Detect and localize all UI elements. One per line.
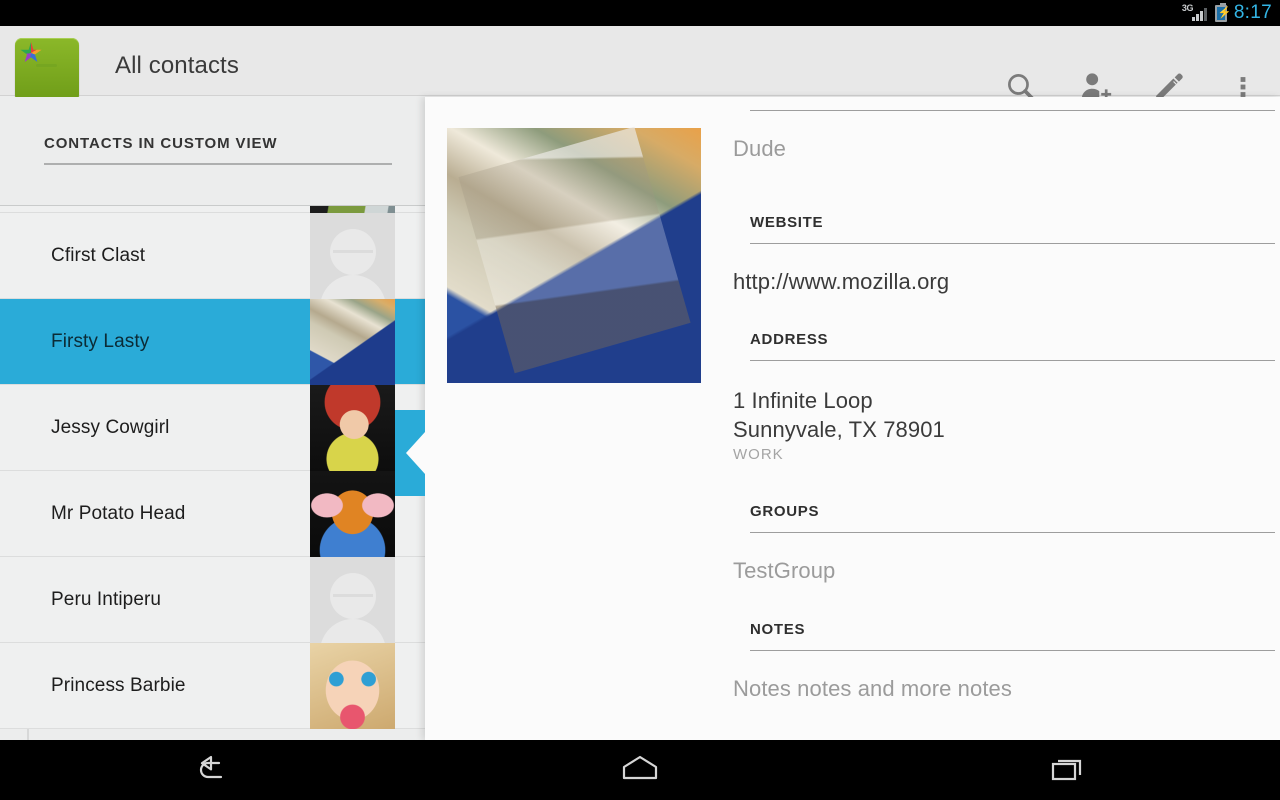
contacts-app-icon[interactable]	[15, 38, 79, 102]
field-divider	[750, 243, 1275, 244]
back-arrow-icon	[200, 755, 223, 779]
field-label-text: NOTES	[750, 621, 806, 638]
navigation-bar	[0, 740, 1280, 800]
list-item-partial[interactable]	[0, 205, 425, 292]
contact-rows: Cfirst Clast Firsty Lasty Jessy Cowgirl …	[0, 205, 425, 729]
action-bar: All contacts	[0, 26, 1280, 121]
field-website: WEBSITE http://www.mozilla.org	[733, 214, 1280, 295]
field-address: ADDRESS 1 Infinite Loop Sunnyvale, TX 78…	[733, 331, 1280, 463]
clock-label: 8:17	[1233, 2, 1272, 23]
field-divider	[750, 532, 1275, 533]
contact-list-header-label: CONTACTS IN CUSTOM VIEW	[44, 135, 278, 152]
field-groups: GROUPS TestGroup	[733, 503, 1280, 584]
star-icon	[20, 42, 42, 63]
field-value[interactable]: TestGroup	[733, 558, 1280, 584]
field-label: ADDRESS	[750, 331, 1275, 361]
avatar	[310, 471, 395, 557]
field-value[interactable]: http://www.mozilla.org	[733, 269, 1280, 295]
contact-fields: NICKNAME Dude WEBSITE http://www.mozilla…	[733, 97, 1280, 740]
contact-list-header: CONTACTS IN CUSTOM VIEW	[44, 135, 392, 165]
field-divider	[750, 650, 1275, 651]
list-item-label: Cfirst Clast	[51, 244, 146, 266]
status-bar-right: 3G ⚡ 8:17	[1182, 0, 1272, 26]
recent-apps-icon	[1051, 759, 1081, 781]
list-item-label: Peru Intiperu	[51, 588, 162, 610]
back-button[interactable]	[0, 740, 427, 800]
field-value[interactable]: Notes notes and more notes	[733, 676, 1280, 702]
field-nickname: NICKNAME Dude	[733, 97, 1280, 162]
header-divider	[44, 163, 392, 165]
contact-detail-panel: NICKNAME Dude WEBSITE http://www.mozilla…	[425, 97, 1280, 740]
selection-chevron-icon	[395, 410, 425, 496]
field-label: WEBSITE	[750, 214, 1275, 244]
placeholder-avatar	[310, 557, 395, 643]
field-label: NOTES	[750, 621, 1275, 651]
field-label-text: GROUPS	[750, 503, 820, 520]
list-item-label: Jessy Cowgirl	[51, 416, 170, 438]
home-button[interactable]	[427, 740, 854, 800]
recents-button[interactable]	[853, 740, 1280, 800]
avatar	[310, 643, 395, 729]
table-row[interactable]: Mr Potato Head	[0, 471, 425, 557]
status-bar: 3G ⚡ 8:17	[0, 0, 1280, 26]
field-value[interactable]: 1 Infinite Loop Sunnyvale, TX 78901	[733, 386, 1280, 444]
field-label-text: NICKNAME	[750, 97, 836, 98]
list-item-label: Firsty Lasty	[51, 330, 150, 352]
field-notes: NOTES Notes notes and more notes	[733, 621, 1280, 702]
android-tablet-screen: 3G ⚡ 8:17 All contacts CONTACTS IN CUSTO…	[0, 0, 1280, 800]
field-divider	[750, 110, 1275, 111]
page-title[interactable]: All contacts	[115, 52, 239, 80]
avatar	[310, 385, 395, 471]
field-label: GROUPS	[750, 503, 1275, 533]
table-row[interactable]: Firsty Lasty	[0, 299, 425, 385]
table-row[interactable]: Princess Barbie	[0, 643, 425, 729]
battery-charging-icon: ⚡	[1214, 2, 1232, 22]
contact-list-panel: CONTACTS IN CUSTOM VIEW Cfirst Clast Fir…	[0, 97, 425, 740]
table-row[interactable]: Peru Intiperu	[0, 557, 425, 643]
list-item-label: Mr Potato Head	[51, 502, 186, 524]
list-item-label: Princess Barbie	[51, 674, 186, 696]
field-value[interactable]: Dude	[733, 136, 1280, 162]
field-label-text: ADDRESS	[750, 331, 829, 348]
home-icon	[622, 755, 658, 780]
contact-photo[interactable]	[447, 128, 701, 383]
field-label: NICKNAME	[750, 97, 1275, 111]
table-row[interactable]: Jessy Cowgirl	[0, 385, 425, 471]
field-type-label: WORK	[733, 446, 784, 464]
field-label-text: WEBSITE	[750, 214, 824, 231]
field-divider	[750, 360, 1275, 361]
avatar	[310, 299, 395, 385]
table-row[interactable]: Cfirst Clast	[0, 213, 425, 299]
signal-bars-icon: 3G	[1182, 3, 1208, 22]
placeholder-avatar	[310, 213, 395, 299]
